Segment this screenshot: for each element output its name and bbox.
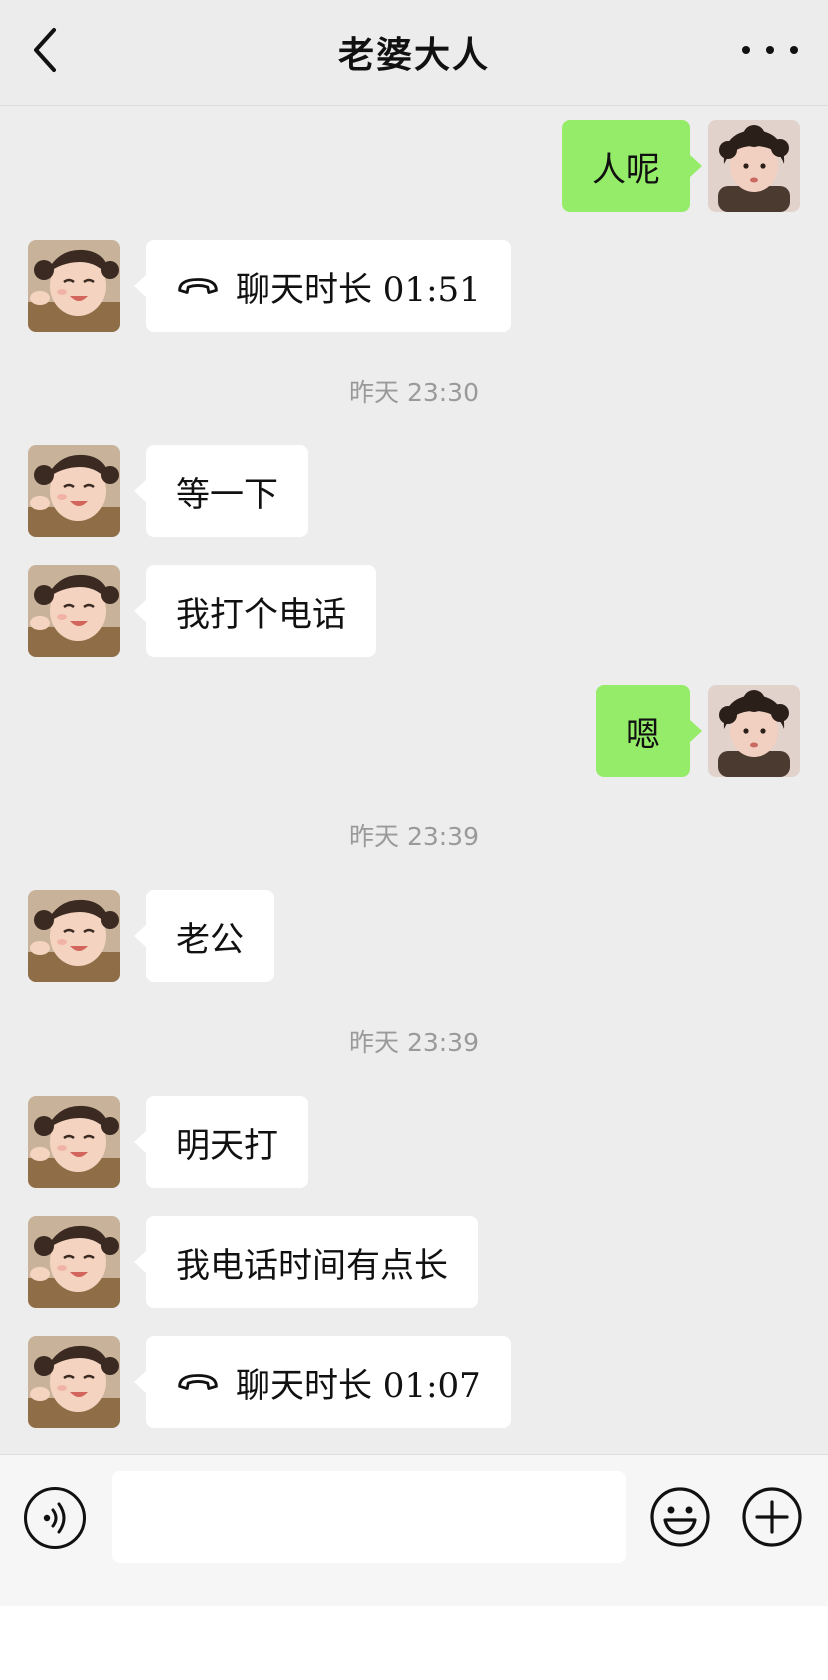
outgoing-message-bubble[interactable]: 人呢 (562, 120, 702, 212)
incoming-message-bubble[interactable]: 老公 (134, 890, 274, 982)
message-text: 老公 (176, 919, 244, 960)
contact-avatar[interactable] (28, 565, 120, 657)
voice-button[interactable] (24, 1487, 86, 1549)
timestamp: 昨天 23:39 (349, 1028, 479, 1057)
chat-area[interactable]: 人呢 聊天时长 01:51 昨天 23:30 等一下 我打个电话 嗯 昨天 23… (0, 106, 828, 1454)
contact-avatar[interactable] (28, 445, 120, 537)
call-record-bubble[interactable]: 聊天时长 01:07 (134, 1336, 511, 1428)
bottom-safe-area (0, 1606, 828, 1680)
timestamp: 昨天 23:30 (349, 378, 479, 407)
navigation-bar: 老婆大人 (0, 0, 828, 106)
message-text: 人呢 (592, 149, 660, 190)
incoming-message-bubble[interactable]: 等一下 (134, 445, 308, 537)
chat-input-bar (0, 1454, 828, 1606)
avatar-image (28, 1096, 120, 1188)
incoming-message-bubble[interactable]: 我打个电话 (134, 565, 376, 657)
avatar-image (28, 1216, 120, 1308)
message-text: 聊天时长 01:07 (236, 1365, 481, 1406)
call-ended-icon (176, 1369, 220, 1395)
contact-avatar[interactable] (28, 1216, 120, 1308)
more-functions-button[interactable] (740, 1485, 804, 1549)
contact-avatar[interactable] (28, 240, 120, 332)
timestamp: 昨天 23:39 (349, 822, 479, 851)
avatar-image (708, 685, 800, 777)
message-text: 我打个电话 (176, 594, 346, 635)
voice-icon (43, 1502, 66, 1534)
contact-avatar[interactable] (28, 1336, 120, 1428)
message-text: 我电话时间有点长 (176, 1245, 448, 1286)
contact-avatar[interactable] (28, 1096, 120, 1188)
page-title: 老婆大人 (337, 34, 490, 76)
emoji-icon (650, 1487, 710, 1547)
message-text: 明天打 (176, 1125, 278, 1166)
incoming-message-bubble[interactable]: 我电话时间有点长 (134, 1216, 478, 1308)
call-ended-icon (176, 273, 220, 299)
avatar-image (708, 120, 800, 212)
message-input[interactable] (112, 1471, 626, 1563)
message-text: 嗯 (626, 714, 660, 755)
contact-avatar[interactable] (28, 890, 120, 982)
more-icon (742, 46, 750, 54)
avatar-image (28, 445, 120, 537)
my-avatar[interactable] (708, 685, 800, 777)
call-record-bubble[interactable]: 聊天时长 01:51 (134, 240, 511, 332)
emoji-button[interactable] (648, 1485, 712, 1549)
avatar-image (28, 565, 120, 657)
more-button[interactable] (742, 28, 798, 72)
plus-icon (742, 1487, 802, 1547)
my-avatar[interactable] (708, 120, 800, 212)
message-text: 聊天时长 01:51 (236, 269, 481, 310)
avatar-image (28, 1336, 120, 1428)
message-text: 等一下 (176, 474, 278, 515)
avatar-image (28, 890, 120, 982)
avatar-image (28, 240, 120, 332)
outgoing-message-bubble[interactable]: 嗯 (596, 685, 702, 777)
incoming-message-bubble[interactable]: 明天打 (134, 1096, 308, 1188)
